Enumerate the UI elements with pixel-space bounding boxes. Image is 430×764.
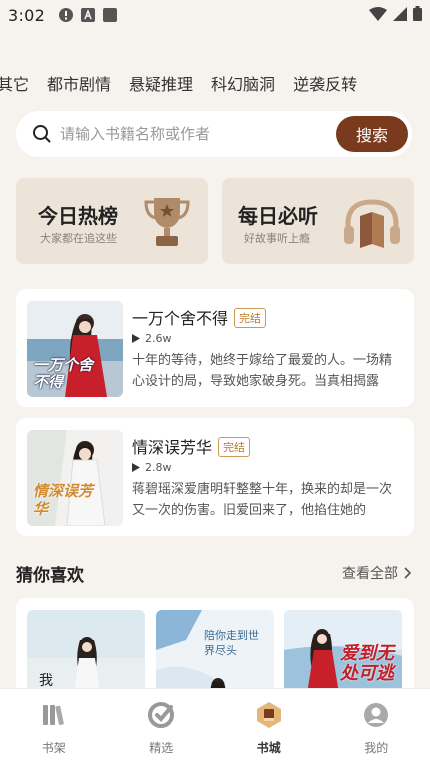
status-time: 3:02 (8, 5, 46, 25)
trophy-icon (144, 198, 190, 246)
book-card[interactable]: 情深误芳华 情深误芳华 完结 2.8w 蒋碧瑶深爱唐明轩整整十年，换来的却是一次又… (16, 418, 414, 536)
battery-icon (413, 5, 422, 25)
alert-icon (59, 8, 74, 22)
signal-icon (393, 6, 407, 25)
book-cover: 一万个舍不得 (27, 301, 123, 397)
nav-label: 书架 (41, 741, 66, 755)
promo-title: 每日必听 (238, 204, 318, 228)
book-description: 蒋碧瑶深爱唐明轩整整十年，换来的却是一次又一次的伤害。旧爱回来了，他掐住她的 (132, 482, 393, 518)
category-tab[interactable]: 科幻脑洞 (202, 71, 284, 95)
cover-title: 陪你走到世界尽头 (204, 629, 259, 657)
status-bar: 3:02 (0, 0, 430, 30)
play-count: 2.8w (132, 461, 172, 474)
promo-hot-list[interactable]: 今日热榜 大家都在追这些 (16, 178, 208, 264)
featured-icon (148, 702, 175, 728)
book-title-text: 一万个舍不得 (132, 309, 229, 328)
headphones-book-icon (344, 199, 400, 248)
category-tab[interactable]: 逆袭反转 (284, 71, 366, 95)
app-notification-icon (103, 8, 118, 22)
book-description: 十年的等待，她终于嫁给了最爱的人。一场精心设计的局，导致她家破身死。当真相揭露 (132, 353, 393, 389)
play-count: 2.6w (132, 332, 172, 345)
nav-label: 精选 (149, 741, 174, 755)
cover-title: 一万个舍不得 (33, 356, 94, 391)
bottom-nav: 书架 精选 书城 我的 (0, 688, 430, 764)
book-title: 情深误芳华 完结 (132, 434, 251, 458)
play-count-value: 2.8w (145, 461, 172, 474)
wifi-icon (369, 6, 387, 25)
profile-icon (364, 703, 389, 727)
promo-subtitle: 大家都在追这些 (40, 232, 117, 245)
cover-title: 情深误芳华 (33, 482, 94, 518)
book-title-text: 情深误芳华 (132, 438, 213, 457)
search-bar: 搜索 (16, 111, 412, 157)
nav-label: 我的 (364, 741, 389, 755)
recommend-book-cover[interactable]: 陪你走到世界尽头 (156, 610, 274, 698)
book-cover: 情深误芳华 (27, 430, 123, 526)
category-tab[interactable]: 悬疑推理 (120, 71, 202, 95)
promo-title: 今日热榜 (38, 204, 118, 228)
recommend-list: 我 陪你走到世界尽头 爱到无处可逃 (16, 598, 414, 698)
nav-bookshelf[interactable]: 书架 (0, 689, 108, 764)
promo-subtitle: 好故事听上瘾 (244, 232, 310, 245)
section-title: 猜你喜欢 (16, 566, 84, 586)
category-tabs: 其它 都市剧情 悬疑推理 科幻脑洞 逆袭反转 (0, 68, 430, 98)
cover-title: 我 (39, 673, 53, 689)
recommend-book-cover[interactable]: 爱到无处可逃 (284, 610, 402, 698)
nav-bookstore[interactable]: 书城 (215, 689, 323, 764)
play-count-value: 2.6w (145, 332, 172, 345)
play-icon (132, 463, 140, 472)
status-badge: 完结 (218, 437, 251, 457)
search-button[interactable]: 搜索 (336, 116, 408, 152)
promo-daily-listen[interactable]: 每日必听 好故事听上瘾 (222, 178, 414, 264)
bookstore-icon (256, 702, 281, 728)
play-icon (132, 334, 140, 343)
nav-featured[interactable]: 精选 (108, 689, 216, 764)
book-title: 一万个舍不得 完结 (132, 305, 267, 329)
font-app-icon (81, 8, 96, 22)
category-tab[interactable]: 都市剧情 (38, 71, 120, 95)
recommend-book-cover[interactable]: 我 (27, 610, 145, 698)
search-icon (32, 124, 52, 144)
category-tab[interactable]: 其它 (0, 71, 38, 95)
view-all-link[interactable]: 查看全部 (342, 563, 412, 583)
bookshelf-icon (42, 705, 64, 726)
chevron-right-icon (404, 567, 412, 579)
search-input[interactable] (60, 125, 320, 143)
nav-profile[interactable]: 我的 (323, 689, 430, 764)
nav-label: 书城 (256, 741, 281, 755)
view-all-label: 查看全部 (342, 566, 398, 582)
status-badge: 完结 (234, 308, 267, 328)
cover-title: 爱到无处可逃 (340, 643, 394, 684)
book-card[interactable]: 一万个舍不得 一万个舍不得 完结 2.6w 十年的等待，她终于嫁给了最爱的人。一场… (16, 289, 414, 407)
